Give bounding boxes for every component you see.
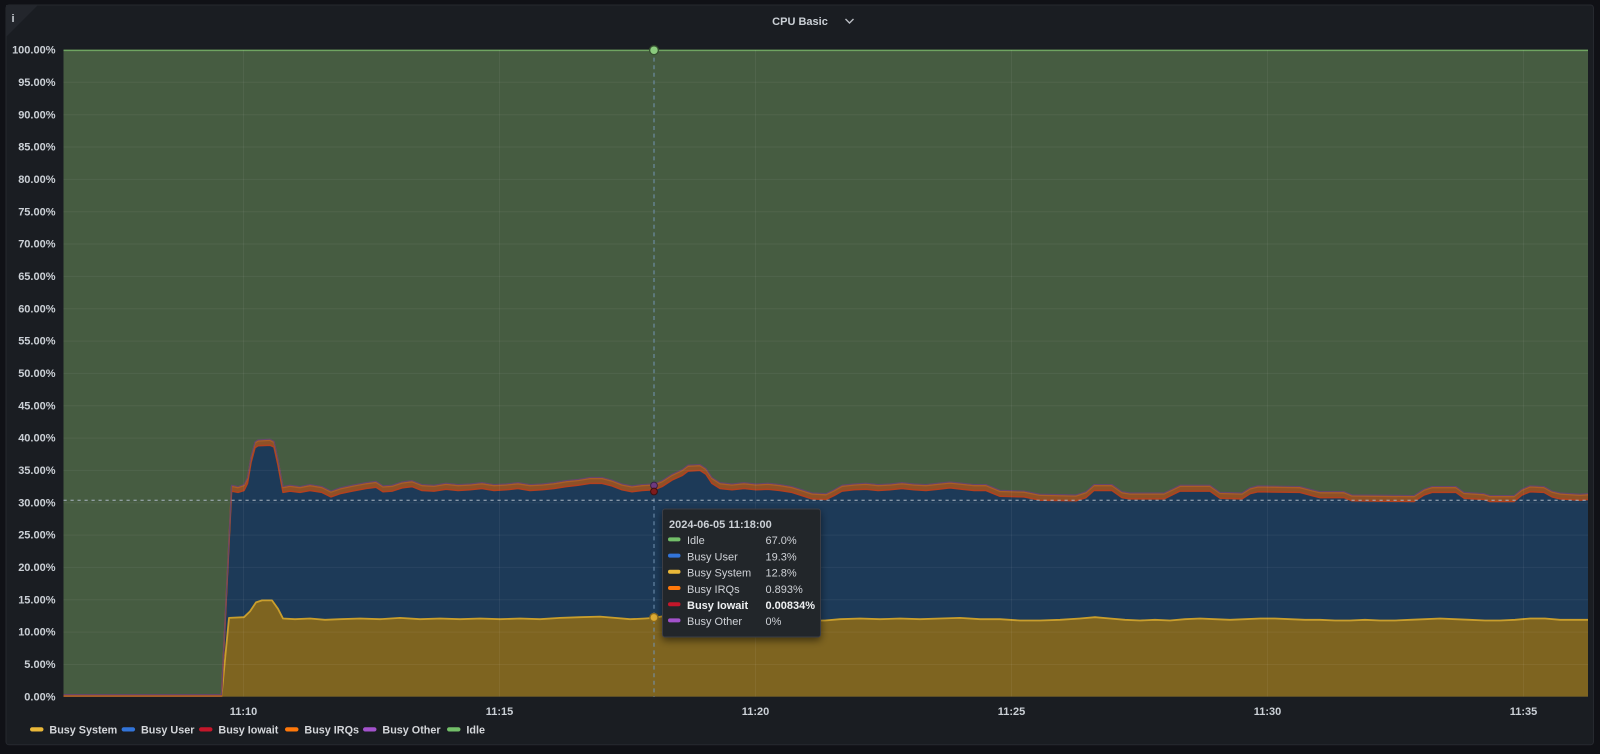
svg-text:11:30: 11:30 [1254,706,1282,718]
svg-text:45.00%: 45.00% [18,400,56,412]
svg-text:80.00%: 80.00% [18,174,56,186]
svg-text:Busy User: Busy User [687,551,738,563]
svg-text:85.00%: 85.00% [18,142,56,154]
svg-text:55.00%: 55.00% [18,336,56,348]
svg-text:Busy Iowait: Busy Iowait [218,725,278,737]
svg-text:CPU Basic: CPU Basic [772,16,828,28]
svg-text:0%: 0% [766,616,782,628]
svg-text:30.00%: 30.00% [18,497,56,509]
svg-text:70.00%: 70.00% [18,239,56,251]
svg-text:50.00%: 50.00% [18,368,56,380]
svg-text:0.893%: 0.893% [766,584,804,596]
svg-text:Busy System: Busy System [49,725,117,737]
svg-text:35.00%: 35.00% [18,465,56,477]
svg-text:Idle: Idle [466,725,485,737]
svg-text:10.00%: 10.00% [18,627,56,639]
svg-text:90.00%: 90.00% [18,109,56,121]
svg-text:5.00%: 5.00% [24,659,55,671]
svg-text:60.00%: 60.00% [18,303,56,315]
svg-text:15.00%: 15.00% [18,594,56,606]
svg-text:Busy Iowait: Busy Iowait [687,600,748,612]
svg-text:95.00%: 95.00% [18,77,56,89]
svg-text:i: i [12,13,15,25]
svg-text:2024-06-05 11:18:00: 2024-06-05 11:18:00 [669,519,772,531]
svg-text:0.00%: 0.00% [24,691,55,703]
svg-text:25.00%: 25.00% [18,530,56,542]
svg-text:11:15: 11:15 [486,706,514,718]
svg-text:Busy System: Busy System [687,568,751,580]
svg-text:11:20: 11:20 [742,706,770,718]
svg-text:Busy User: Busy User [141,725,195,737]
svg-text:75.00%: 75.00% [18,206,56,218]
svg-text:11:10: 11:10 [230,706,258,718]
svg-text:65.00%: 65.00% [18,271,56,283]
svg-text:12.8%: 12.8% [766,568,797,580]
svg-text:Busy IRQs: Busy IRQs [687,584,740,596]
svg-text:11:35: 11:35 [1510,706,1538,718]
svg-text:40.00%: 40.00% [18,433,56,445]
svg-text:0.00834%: 0.00834% [766,600,816,612]
svg-text:Idle: Idle [687,535,705,547]
svg-text:100.00%: 100.00% [12,45,56,57]
svg-text:67.0%: 67.0% [766,535,797,547]
svg-text:20.00%: 20.00% [18,562,56,574]
svg-text:Busy Other: Busy Other [687,616,742,628]
svg-text:Busy IRQs: Busy IRQs [304,725,359,737]
svg-text:Busy Other: Busy Other [382,725,441,737]
svg-text:19.3%: 19.3% [766,551,797,563]
svg-text:11:25: 11:25 [998,706,1026,718]
